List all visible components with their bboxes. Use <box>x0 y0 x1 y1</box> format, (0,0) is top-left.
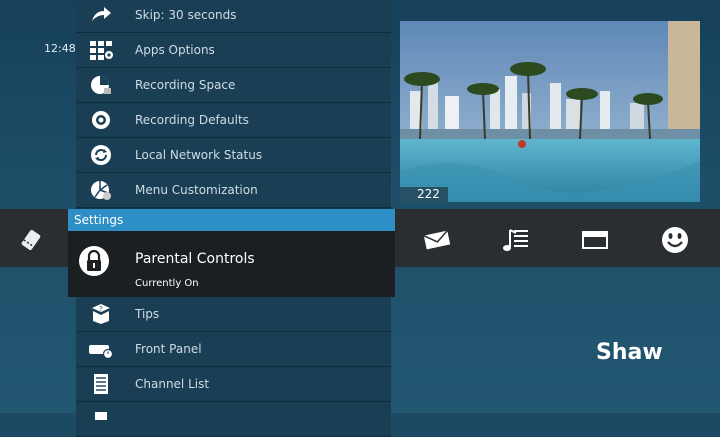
settings-header: Settings <box>68 209 395 231</box>
front-panel-icon <box>88 338 114 360</box>
menu-item-menu-customization[interactable]: Menu Customization <box>76 173 391 208</box>
parental-controls-title: Parental Controls <box>135 251 255 267</box>
window-icon[interactable] <box>578 223 612 257</box>
menu-item-apps-options[interactable]: Apps Options <box>76 33 391 68</box>
recording-space-icon <box>88 74 114 96</box>
apps-grid-icon <box>88 39 114 61</box>
refresh-icon <box>88 144 114 166</box>
menu-customization-icon <box>88 179 114 201</box>
clock: 12:48 <box>44 42 76 55</box>
lock-icon <box>78 245 110 277</box>
menu-item-partial[interactable] <box>76 402 391 437</box>
menu-item-channel-list[interactable]: Channel List <box>76 367 391 402</box>
menu-item-front-panel[interactable]: Front Panel <box>76 332 391 367</box>
channel-list-icon <box>88 373 114 395</box>
music-list-icon[interactable] <box>498 223 532 257</box>
menu-item-local-network-status[interactable]: Local Network Status <box>76 138 391 173</box>
menu-item-recording-space[interactable]: Recording Space <box>76 68 391 103</box>
menu-item-skip[interactable]: Skip: 30 seconds <box>76 0 391 33</box>
settings-menu-list: Skip: 30 seconds Apps Options Recording … <box>76 0 391 437</box>
menu-item-recording-defaults[interactable]: Recording Defaults <box>76 103 391 138</box>
parental-controls-status: Currently On <box>135 278 199 289</box>
grid-icon <box>88 408 114 430</box>
live-tv-preview[interactable] <box>400 21 700 202</box>
envelope-icon[interactable] <box>420 223 454 257</box>
svg-text:?: ? <box>99 305 103 313</box>
skip-arrow-icon <box>88 4 114 26</box>
channel-number: 222 <box>417 187 440 201</box>
parental-controls-item[interactable]: Parental Controls Currently On <box>68 231 395 297</box>
gear-icon <box>88 109 114 131</box>
brand-logo: Shaw <box>596 340 663 365</box>
smiley-icon[interactable] <box>658 223 692 257</box>
ticket-icon[interactable] <box>14 223 48 257</box>
menu-item-tips[interactable]: ? Tips <box>76 297 391 332</box>
tips-icon: ? <box>88 303 114 325</box>
